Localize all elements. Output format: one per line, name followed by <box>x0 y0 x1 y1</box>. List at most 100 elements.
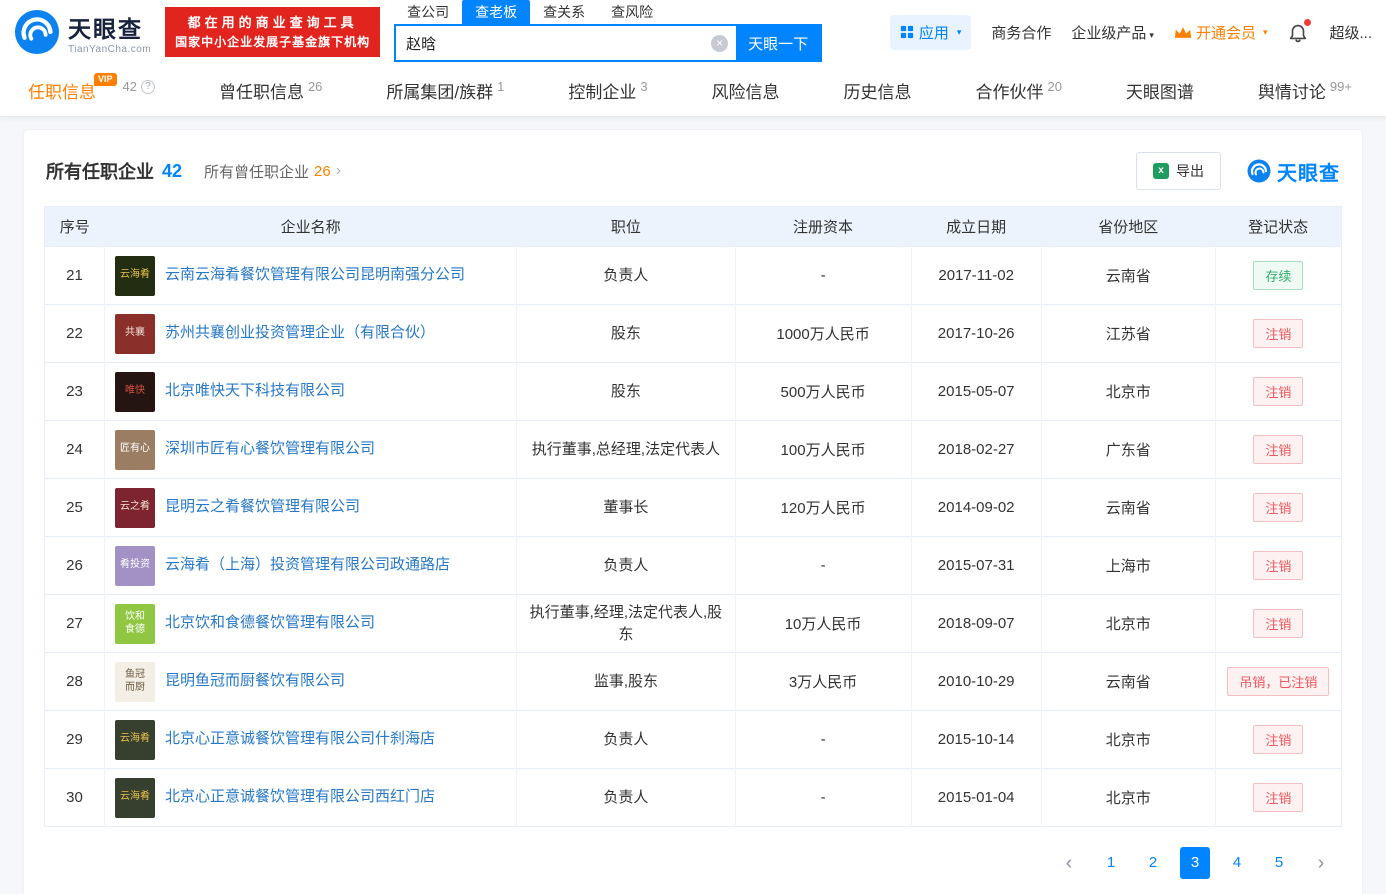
tab-item[interactable]: 所属集团/族群1 <box>386 64 504 116</box>
tab-count: 42 <box>123 79 137 94</box>
tab-label: 天眼图谱 <box>1126 78 1194 103</box>
established-date-cell: 2015-01-04 <box>911 769 1041 827</box>
enterprise-products-label: 企业级产品 <box>1071 25 1146 42</box>
company-link[interactable]: 苏州共襄创业投资管理企业（有限合伙） <box>165 323 435 343</box>
pagination-prev[interactable]: ‹ <box>1054 847 1084 879</box>
tab-item[interactable]: 控制企业3 <box>568 64 647 116</box>
former-companies-link[interactable]: 所有曾任职企业 26 › <box>204 161 341 182</box>
serial-number-cell: 30 <box>45 769 105 827</box>
established-date-cell: 2018-09-07 <box>911 595 1041 653</box>
super-vip-link[interactable]: 超级... <box>1329 22 1372 43</box>
status-cell: 吊销，已注销 <box>1215 653 1341 711</box>
search-tab[interactable]: 查老板 <box>462 0 530 24</box>
tab-item[interactable]: 曾任职信息26 <box>219 64 322 116</box>
company-link[interactable]: 深圳市匠有心餐饮管理有限公司 <box>165 439 375 459</box>
status-badge: 注销 <box>1253 493 1303 522</box>
capital-cell: 10万人民币 <box>735 595 911 653</box>
search-input[interactable] <box>396 35 736 52</box>
pagination-page[interactable]: 5 <box>1264 847 1294 879</box>
info-icon: ? <box>141 80 155 94</box>
former-companies-count: 26 <box>314 163 331 180</box>
region-cell: 江苏省 <box>1041 305 1215 363</box>
vip-upgrade-link[interactable]: 开通会员 ▾ <box>1174 22 1268 43</box>
title-count: 42 <box>162 161 182 182</box>
apps-button[interactable]: 应用 ▾ <box>890 15 972 50</box>
company-link[interactable]: 昆明云之肴餐饮管理有限公司 <box>165 497 360 517</box>
tab-item[interactable]: 舆情讨论99+ <box>1258 64 1352 116</box>
title-row: 所有任职企业 42 所有曾任职企业 26 › x 导出 天眼查 <box>44 146 1342 206</box>
position-cell: 监事,股东 <box>517 653 735 711</box>
slogan-badge: 都在用的商业查询工具 国家中小企业发展子基金旗下机构 <box>165 7 380 58</box>
region-cell: 云南省 <box>1041 653 1215 711</box>
company-cell: 饮和食德北京饮和食德餐饮管理有限公司 <box>105 595 517 653</box>
status-cell: 注销 <box>1215 595 1341 653</box>
export-button[interactable]: x 导出 <box>1136 152 1221 190</box>
column-header: 企业名称 <box>105 207 517 247</box>
established-date-cell: 2018-02-27 <box>911 421 1041 479</box>
company-link[interactable]: 北京心正意诚餐饮管理有限公司什刹海店 <box>165 729 435 749</box>
chevron-down-icon: ▾ <box>957 27 962 38</box>
table-row: 28鱼冠而厨昆明鱼冠而厨餐饮有限公司监事,股东3万人民币2010-10-29云南… <box>45 653 1342 711</box>
company-link[interactable]: 昆明鱼冠而厨餐饮有限公司 <box>165 671 345 691</box>
status-cell: 注销 <box>1215 479 1341 537</box>
search-tab[interactable]: 查风险 <box>598 0 666 24</box>
pagination-page[interactable]: 2 <box>1138 847 1168 879</box>
region-cell: 广东省 <box>1041 421 1215 479</box>
tab-item[interactable]: 任职信息VIP42? <box>28 64 155 116</box>
company-cell: 云海肴北京心正意诚餐饮管理有限公司西红门店 <box>105 769 517 827</box>
tab-label: 历史信息 <box>844 78 912 103</box>
serial-number-cell: 25 <box>45 479 105 537</box>
company-logo: 云海肴 <box>115 720 155 760</box>
region-cell: 北京市 <box>1041 769 1215 827</box>
business-coop-link[interactable]: 商务合作 <box>991 22 1051 43</box>
company-link[interactable]: 云海肴（上海）投资管理有限公司政通路店 <box>165 555 450 575</box>
company-logo: 饮和食德 <box>115 604 155 644</box>
enterprise-products-link[interactable]: 企业级产品▾ <box>1071 22 1154 43</box>
tab-label: 曾任职信息 <box>219 78 304 103</box>
company-cell: 唯快北京唯快天下科技有限公司 <box>105 363 517 421</box>
search-button[interactable]: 天眼一下 <box>736 26 820 60</box>
status-cell: 注销 <box>1215 305 1341 363</box>
serial-number-cell: 26 <box>45 537 105 595</box>
table-body: 21云海肴云南云海肴餐饮管理有限公司昆明南强分公司负责人-2017-11-02云… <box>45 247 1342 827</box>
table-row: 27饮和食德北京饮和食德餐饮管理有限公司执行董事,经理,法定代表人,股东10万人… <box>45 595 1342 653</box>
capital-cell: 100万人民币 <box>735 421 911 479</box>
tab-item[interactable]: 风险信息 <box>712 64 780 116</box>
capital-cell: - <box>735 711 911 769</box>
company-link[interactable]: 北京唯快天下科技有限公司 <box>165 381 345 401</box>
search-tab[interactable]: 查关系 <box>530 0 598 24</box>
pagination-page[interactable]: 3 <box>1180 847 1210 879</box>
tab-item[interactable]: 天眼图谱 <box>1126 64 1194 116</box>
notification-bell-icon[interactable] <box>1287 21 1309 43</box>
status-cell: 注销 <box>1215 711 1341 769</box>
company-link[interactable]: 北京心正意诚餐饮管理有限公司西红门店 <box>165 787 435 807</box>
apps-label: 应用 <box>919 22 949 43</box>
header-menu: 应用 ▾ 商务合作 企业级产品▾ 开通会员 ▾ 超级... <box>890 15 1372 50</box>
tab-item[interactable]: 合作伙伴20 <box>975 64 1061 116</box>
serial-number-cell: 28 <box>45 653 105 711</box>
search-tabs: 查公司查老板查关系查风险 <box>394 0 822 24</box>
status-cell: 注销 <box>1215 421 1341 479</box>
company-link[interactable]: 云南云海肴餐饮管理有限公司昆明南强分公司 <box>165 265 465 285</box>
pagination-next[interactable]: › <box>1306 847 1336 879</box>
column-header: 成立日期 <box>911 207 1041 247</box>
status-badge: 吊销，已注销 <box>1227 667 1329 696</box>
search-area: 查公司查老板查关系查风险 × 天眼一下 <box>394 0 822 64</box>
capital-cell: - <box>735 247 911 305</box>
clear-search-icon[interactable]: × <box>711 35 728 52</box>
established-date-cell: 2017-11-02 <box>911 247 1041 305</box>
site-logo[interactable]: 天眼查 TianYanCha.com <box>14 9 151 55</box>
column-header: 省份地区 <box>1041 207 1215 247</box>
page-title: 所有任职企业 <box>46 158 154 184</box>
pagination-page[interactable]: 1 <box>1096 847 1126 879</box>
region-cell: 云南省 <box>1041 479 1215 537</box>
position-cell: 负责人 <box>517 247 735 305</box>
tab-item[interactable]: 历史信息 <box>844 64 912 116</box>
pagination-page[interactable]: 4 <box>1222 847 1252 879</box>
search-tab[interactable]: 查公司 <box>394 0 462 24</box>
capital-cell: 500万人民币 <box>735 363 911 421</box>
serial-number-cell: 21 <box>45 247 105 305</box>
company-link[interactable]: 北京饮和食德餐饮管理有限公司 <box>165 613 375 633</box>
serial-number-cell: 24 <box>45 421 105 479</box>
tianyancha-logo-icon <box>14 9 60 55</box>
